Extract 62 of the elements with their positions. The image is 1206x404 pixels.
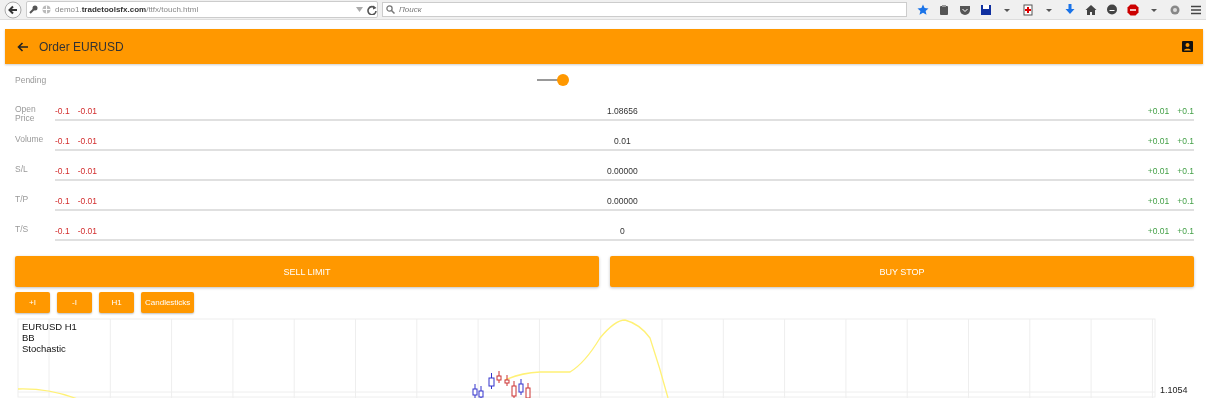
switch-thumb[interactable] (557, 74, 569, 86)
price-axis-label: 1.1054 (1160, 385, 1188, 395)
field-value: 0.01 (613, 135, 632, 147)
gear-icon[interactable] (1169, 3, 1181, 16)
field-value: 0.00000 (606, 165, 639, 177)
field-label: T/P (15, 195, 30, 204)
add-page-icon[interactable] (1022, 3, 1034, 16)
clipboard-icon[interactable] (938, 3, 950, 16)
increment-link[interactable]: +0.01 (1147, 225, 1170, 237)
chart-legend-text: Stochastic (22, 343, 67, 354)
decrement-link[interactable]: -0.01 (77, 105, 98, 117)
decrement-link[interactable]: -0.1 (55, 165, 70, 177)
input-field[interactable]: -0.1 -0.01 1.08656 +0.01 +0.1 (55, 105, 1194, 121)
increment-link[interactable]: +0.01 (1147, 195, 1170, 207)
decrement-link[interactable]: -0.1 (55, 135, 70, 147)
save-icon[interactable] (980, 3, 992, 16)
input-field[interactable]: -0.1 -0.01 0 +0.01 +0.1 (55, 225, 1194, 241)
account-icon[interactable] (1182, 41, 1193, 52)
increment-link[interactable]: +0.01 (1147, 105, 1170, 117)
decrement-link[interactable]: -0.1 (55, 105, 70, 117)
field-value: 1.08656 (606, 105, 639, 117)
back-button[interactable] (4, 0, 22, 19)
field-value: 0.00000 (606, 195, 639, 207)
chat-icon[interactable] (1106, 3, 1118, 16)
pending-switch[interactable] (535, 73, 569, 87)
toggle-label: Pending (15, 75, 48, 85)
increment-link[interactable]: +0.1 (1177, 165, 1194, 177)
pocket-icon[interactable] (959, 3, 971, 16)
increment-link[interactable]: +0.1 (1177, 105, 1194, 117)
star-icon[interactable] (917, 3, 929, 16)
field-label: S/L (15, 165, 29, 174)
globe-icon (42, 5, 51, 14)
field-label: T/S (15, 225, 30, 234)
field-value: 0 (619, 225, 626, 237)
back-arrow-icon[interactable] (17, 41, 28, 52)
decrement-link[interactable]: -0.01 (77, 195, 98, 207)
decrement-link[interactable]: -0.1 (55, 225, 70, 237)
home-icon[interactable] (1085, 3, 1097, 16)
decrement-link[interactable]: -0.01 (77, 165, 98, 177)
decrement-link[interactable]: -0.1 (55, 195, 70, 207)
increment-link[interactable]: +0.1 (1177, 195, 1194, 207)
page-title: Order EURUSD (39, 39, 125, 54)
input-field[interactable]: -0.1 -0.01 0.00000 +0.01 +0.1 (55, 165, 1194, 181)
increment-link[interactable]: +0.1 (1177, 135, 1194, 147)
menu-icon[interactable] (1190, 3, 1202, 16)
download-icon[interactable] (1064, 3, 1076, 16)
increment-link[interactable]: +0.01 (1147, 135, 1170, 147)
reload-icon[interactable] (367, 4, 377, 15)
increment-link[interactable]: +0.01 (1147, 165, 1170, 177)
input-field[interactable]: -0.1 -0.01 0.01 +0.01 +0.1 (55, 135, 1194, 151)
decrement-link[interactable]: -0.01 (77, 225, 98, 237)
input-field[interactable]: -0.1 -0.01 0.00000 +0.01 +0.1 (55, 195, 1194, 211)
chart-legend-text: BB (22, 332, 36, 343)
field-label: Volume (15, 135, 45, 144)
key-icon (29, 5, 38, 14)
field-label: Open Price (15, 105, 37, 123)
decrement-link[interactable]: -0.01 (77, 135, 98, 147)
increment-link[interactable]: +0.1 (1177, 225, 1194, 237)
stop-sign-icon[interactable] (1127, 3, 1139, 16)
chart-legend-text: EURUSD H1 (22, 321, 77, 332)
search-icon (386, 5, 395, 14)
search-field[interactable]: Поиск (382, 2, 907, 17)
